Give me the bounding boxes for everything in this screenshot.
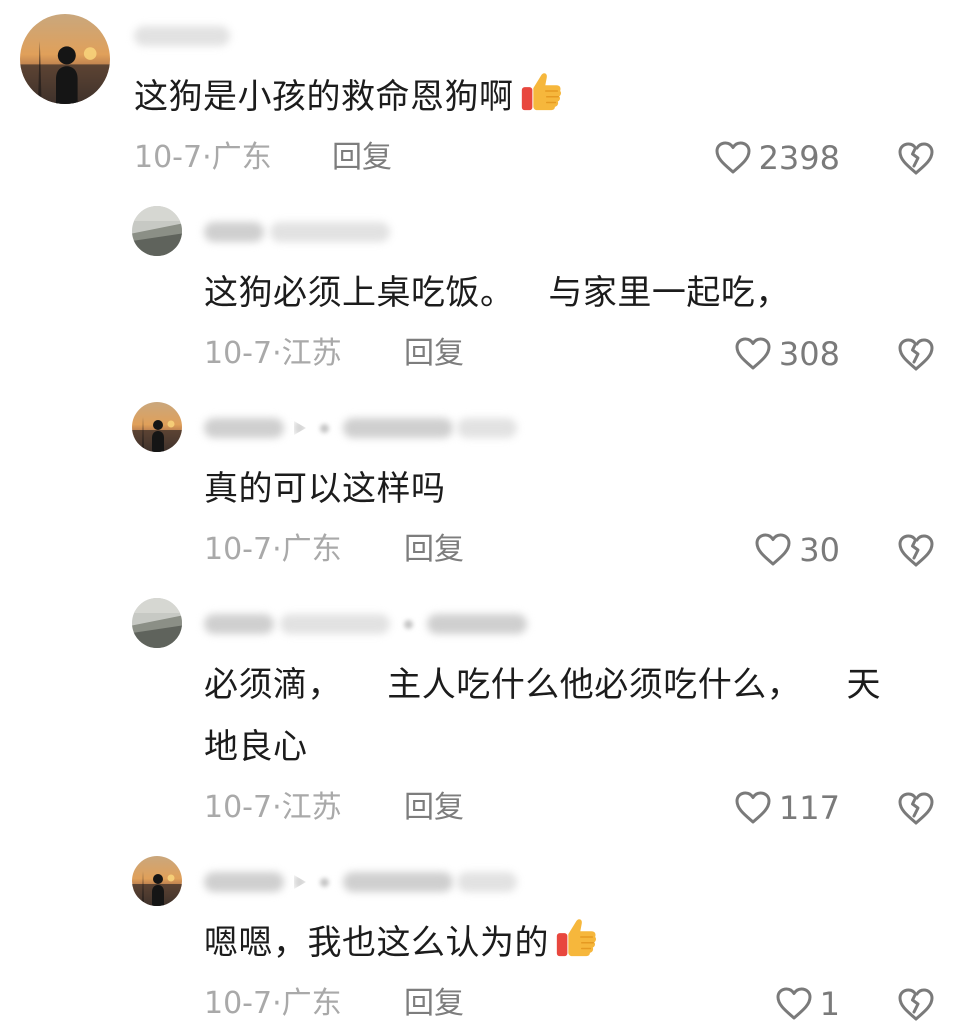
reply-button[interactable]: 回复 xyxy=(404,984,464,1024)
comment-date-location: 10-7·广东 xyxy=(204,986,342,1021)
like-button[interactable]: 117 xyxy=(690,788,840,828)
avatar[interactable] xyxy=(20,14,110,104)
heart-outline-icon xyxy=(733,334,773,374)
avatar[interactable] xyxy=(132,206,182,256)
username-blurred[interactable] xyxy=(204,610,527,638)
thumbs-up-emoji-icon xyxy=(518,68,564,114)
thumbs-up-emoji-icon xyxy=(553,914,599,960)
username-blurred[interactable] xyxy=(204,868,517,896)
comment-date-location: 10-7·江苏 xyxy=(204,336,342,371)
like-button[interactable]: 308 xyxy=(690,334,840,374)
heart-outline-icon xyxy=(713,138,753,178)
avatar[interactable] xyxy=(132,402,182,452)
like-button[interactable]: 2398 xyxy=(690,138,840,178)
broken-heart-icon[interactable] xyxy=(896,138,936,178)
heart-outline-icon xyxy=(733,788,773,828)
reply-button[interactable]: 回复 xyxy=(404,334,464,374)
like-button[interactable]: 30 xyxy=(690,530,840,570)
reply-button[interactable]: 回复 xyxy=(404,788,464,828)
username-blurred[interactable] xyxy=(204,414,517,442)
like-count: 1 xyxy=(819,985,840,1023)
broken-heart-icon[interactable] xyxy=(896,530,936,570)
like-count: 2398 xyxy=(758,139,840,177)
comment-text: 真的可以这样吗 xyxy=(204,469,446,509)
comment-date-location: 10-7·广东 xyxy=(134,140,272,175)
like-count: 117 xyxy=(778,789,840,827)
username-blurred[interactable] xyxy=(134,22,230,50)
like-count: 308 xyxy=(778,335,840,373)
broken-heart-icon[interactable] xyxy=(896,788,936,828)
comment-text-content: 嗯嗯，我也这么认为的 xyxy=(204,923,549,963)
username-blurred[interactable] xyxy=(204,218,390,246)
avatar[interactable] xyxy=(132,598,182,648)
like-button[interactable]: 1 xyxy=(690,984,840,1024)
comment-text-line2: 地良心 xyxy=(204,727,308,767)
avatar[interactable] xyxy=(132,856,182,906)
broken-heart-icon[interactable] xyxy=(896,334,936,374)
comment-date-location: 10-7·江苏 xyxy=(204,790,342,825)
heart-outline-icon xyxy=(753,530,793,570)
comment-text-content: 这狗是小孩的救命恩狗啊 xyxy=(134,77,514,117)
comment-text: 这狗必须上桌吃饭。 与家里一起吃， xyxy=(204,273,790,313)
heart-outline-icon xyxy=(774,984,814,1024)
reply-button[interactable]: 回复 xyxy=(404,530,464,570)
like-count: 30 xyxy=(799,531,840,569)
reply-button[interactable]: 回复 xyxy=(332,138,392,178)
comment-text-line1: 必须滴， 主人吃什么他必须吃什么， 天 xyxy=(204,665,881,705)
broken-heart-icon[interactable] xyxy=(896,984,936,1024)
comment-text: 这狗是小孩的救命恩狗啊 xyxy=(134,68,564,126)
comment-date-location: 10-7·广东 xyxy=(204,532,342,567)
comment-text: 嗯嗯，我也这么认为的 xyxy=(204,914,599,972)
